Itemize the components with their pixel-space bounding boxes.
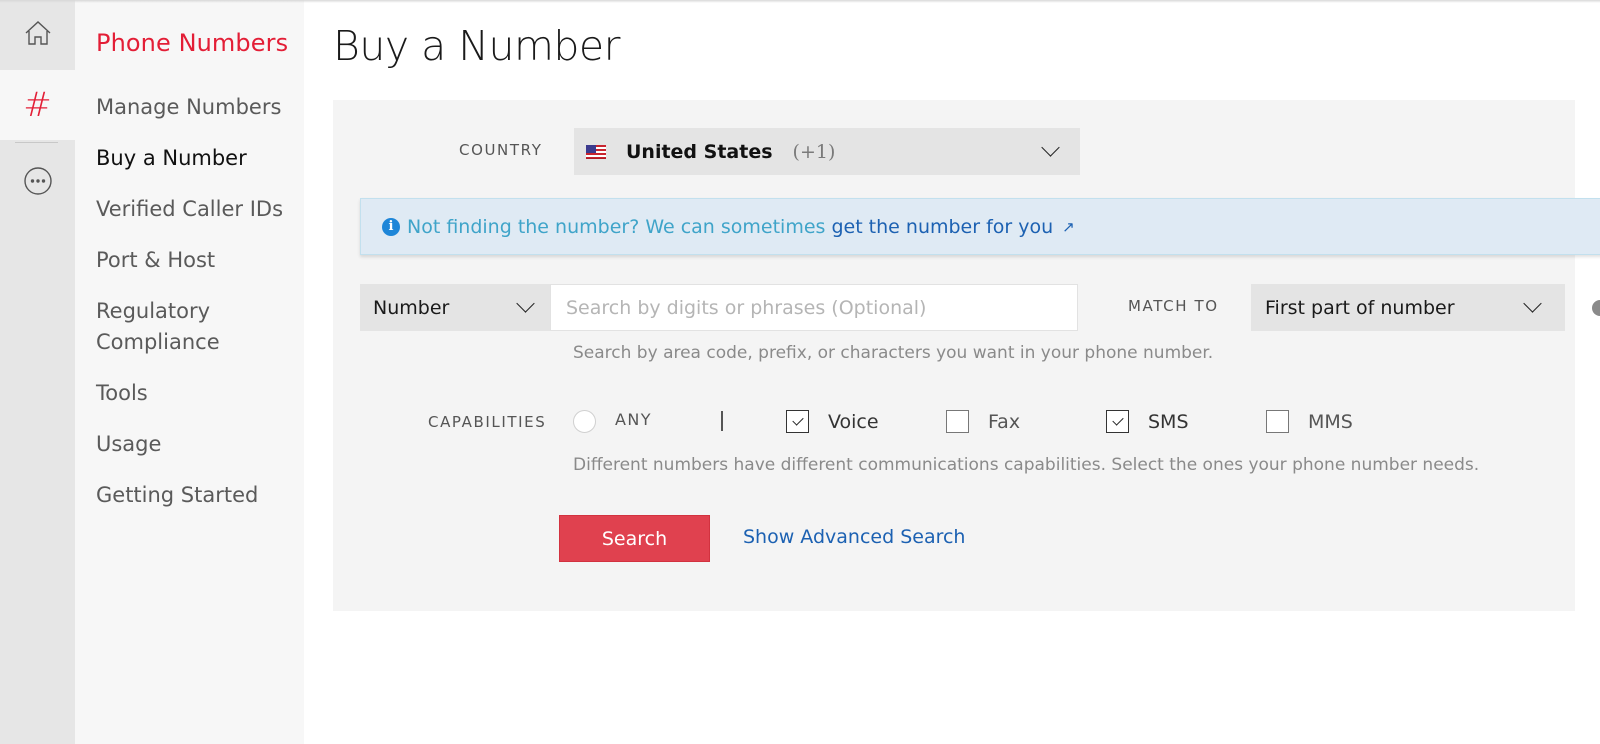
nav-item-tools[interactable]: Tools <box>96 378 296 409</box>
get-number-link[interactable]: get the number for you <box>831 216 1053 238</box>
nav-list: Manage Numbers Buy a Number Verified Cal… <box>96 92 296 531</box>
sms-checkbox[interactable] <box>1106 410 1129 433</box>
rail-more-button[interactable] <box>0 150 75 215</box>
rail-home-button[interactable] <box>0 0 75 70</box>
show-advanced-search-link[interactable]: Show Advanced Search <box>743 526 965 548</box>
checkmark-icon <box>1111 414 1124 426</box>
separator <box>721 411 723 431</box>
nav-item-verified-caller-ids[interactable]: Verified Caller IDs <box>96 194 296 225</box>
info-banner: i Not finding the number? We can sometim… <box>360 198 1600 255</box>
us-flag-icon <box>586 144 606 159</box>
rail-divider <box>15 142 58 143</box>
nav-item-regulatory-compliance[interactable]: Regulatory Compliance <box>96 296 296 358</box>
nav-item-manage-numbers[interactable]: Manage Numbers <box>96 92 296 123</box>
checkmark-icon <box>791 414 804 426</box>
match-to-label: MATCH TO <box>1128 297 1219 315</box>
country-label: COUNTRY <box>459 141 543 159</box>
nav-title: Phone Numbers <box>96 29 289 57</box>
voice-label: Voice <box>828 411 879 433</box>
country-code: (+1) <box>792 140 836 163</box>
mms-label: MMS <box>1308 411 1353 433</box>
top-shadow <box>0 0 1600 3</box>
search-button[interactable]: Search <box>559 515 710 562</box>
icon-rail: # <box>0 0 75 744</box>
sms-label: SMS <box>1148 411 1189 433</box>
capabilities-hint: Different numbers have different communi… <box>573 455 1480 475</box>
capabilities-label: CAPABILITIES <box>428 413 547 431</box>
section-nav: Phone Numbers Manage Numbers Buy a Numbe… <box>75 0 304 744</box>
any-label: ANY <box>615 410 652 429</box>
more-dots-icon <box>23 166 53 200</box>
page-title: Buy a Number <box>333 22 621 70</box>
any-radio[interactable] <box>573 410 596 433</box>
home-icon <box>23 18 53 52</box>
country-select[interactable]: United States (+1) <box>574 128 1080 175</box>
rail-phone-numbers-button[interactable]: # <box>0 70 75 140</box>
chevron-down-icon <box>1523 294 1542 313</box>
nav-item-usage[interactable]: Usage <box>96 429 296 460</box>
search-hint: Search by area code, prefix, or characte… <box>573 343 1214 363</box>
search-input[interactable] <box>550 284 1078 331</box>
banner-text: Not finding the number? We can sometimes <box>407 215 826 238</box>
help-icon[interactable] <box>1592 300 1600 316</box>
info-icon: i <box>382 217 400 236</box>
match-to-value: First part of number <box>1265 296 1455 319</box>
fax-checkbox[interactable] <box>946 410 969 433</box>
voice-checkbox[interactable] <box>786 410 809 433</box>
chevron-down-icon <box>516 294 535 313</box>
search-type-select[interactable]: Number <box>360 284 550 331</box>
nav-item-buy-a-number[interactable]: Buy a Number <box>96 143 296 174</box>
search-type-value: Number <box>373 296 450 319</box>
country-value: United States <box>626 140 773 163</box>
nav-item-port-host[interactable]: Port & Host <box>96 245 296 276</box>
fax-label: Fax <box>988 411 1021 433</box>
hash-icon: # <box>23 85 52 125</box>
mms-checkbox[interactable] <box>1266 410 1289 433</box>
chevron-down-icon <box>1041 138 1060 157</box>
nav-item-getting-started[interactable]: Getting Started <box>96 480 296 511</box>
external-link-icon: ↗ <box>1062 217 1075 236</box>
match-to-select[interactable]: First part of number <box>1251 284 1565 331</box>
